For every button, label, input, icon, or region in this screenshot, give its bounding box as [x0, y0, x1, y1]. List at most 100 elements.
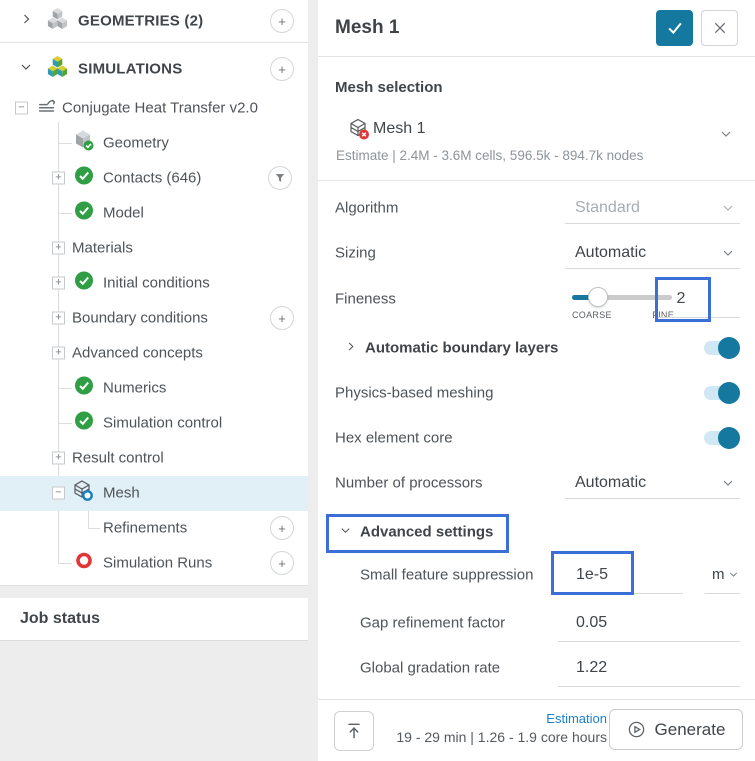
add-geometry-button[interactable]: +	[270, 9, 294, 33]
small-feature-label: Small feature suppression	[360, 567, 533, 584]
expand-icon[interactable]: +	[52, 172, 65, 185]
tree-item-label: Initial conditions	[103, 275, 210, 292]
estimation-link[interactable]: Estimation	[377, 711, 607, 726]
run-status-icon	[75, 552, 93, 575]
expand-icon[interactable]: +	[52, 277, 65, 290]
job-status-bar[interactable]: Job status	[0, 598, 308, 641]
tree-item-label: Boundary conditions	[72, 310, 208, 327]
tree-item-simulation-runs[interactable]: Simulation Runs +	[0, 546, 308, 580]
fineness-input-underline	[658, 317, 740, 318]
tree-item-geometry[interactable]: Geometry	[0, 126, 308, 160]
simulations-cubes-icon	[46, 55, 69, 83]
expand-icon[interactable]: +	[52, 347, 65, 360]
geometries-label: GEOMETRIES (2)	[78, 13, 203, 30]
add-refinement-button[interactable]: +	[270, 516, 294, 540]
processors-value: Automatic	[575, 474, 720, 492]
chevron-down-icon	[720, 200, 736, 216]
mesh-error-icon	[348, 118, 370, 145]
boundary-layers-row[interactable]: Automatic boundary layers	[318, 326, 755, 370]
tree-item-contacts[interactable]: + Contacts (646)	[0, 161, 308, 195]
tree-item-model[interactable]: Model	[0, 196, 308, 230]
chevron-down-icon[interactable]	[340, 523, 351, 541]
tree-item-advanced-concepts[interactable]: + Advanced concepts	[0, 336, 308, 370]
tree-item-label: Refinements	[103, 520, 187, 537]
filter-button[interactable]	[268, 166, 292, 190]
close-icon	[712, 20, 728, 36]
sizing-value: Automatic	[575, 244, 720, 262]
hex-core-label: Hex element core	[335, 430, 453, 447]
advanced-settings-row[interactable]: Advanced settings	[318, 512, 755, 552]
gap-refinement-row: Gap refinement factor	[318, 601, 755, 645]
boundary-layers-label: Automatic boundary layers	[365, 340, 558, 357]
upload-button[interactable]	[334, 711, 374, 751]
mesh-selection-heading: Mesh selection	[335, 79, 443, 96]
chevron-down-icon[interactable]	[20, 60, 32, 78]
sizing-select[interactable]: Automatic	[565, 237, 740, 269]
boundary-layers-toggle[interactable]	[704, 337, 740, 359]
chevron-right-icon[interactable]	[345, 339, 356, 357]
expand-icon[interactable]: +	[52, 452, 65, 465]
tree-item-conjugate-heat-transfer[interactable]: − Conjugate Heat Transfer v2.0	[0, 91, 308, 125]
simulations-header[interactable]: SIMULATIONS +	[0, 52, 308, 86]
gradation-input[interactable]	[558, 649, 740, 687]
close-button[interactable]	[701, 10, 738, 46]
processors-label: Number of processors	[335, 475, 483, 492]
panel-header: Mesh 1	[318, 0, 755, 57]
gradation-label: Global gradation rate	[360, 660, 500, 677]
slider-handle[interactable]	[588, 287, 608, 307]
add-boundary-condition-button[interactable]: +	[270, 306, 294, 330]
small-feature-row: Small feature suppression m	[318, 553, 755, 597]
geometries-header[interactable]: GEOMETRIES (2) +	[0, 0, 308, 43]
hex-core-row: Hex element core	[318, 416, 755, 460]
collapse-icon[interactable]: −	[52, 487, 65, 500]
chevron-down-icon	[720, 475, 736, 491]
fineness-value-input[interactable]	[656, 280, 706, 318]
tree-item-initial-conditions[interactable]: + Initial conditions	[0, 266, 308, 300]
physics-meshing-toggle[interactable]	[704, 382, 740, 404]
algorithm-select[interactable]: Standard	[565, 192, 740, 224]
simulations-label: SIMULATIONS	[78, 61, 182, 78]
check-status-icon	[75, 412, 93, 435]
hex-core-toggle[interactable]	[704, 427, 740, 449]
tree-item-label: Advanced concepts	[72, 345, 203, 362]
tree-item-simulation-control[interactable]: Simulation control	[0, 406, 308, 440]
tree-item-materials[interactable]: + Materials	[0, 231, 308, 265]
expand-icon[interactable]: +	[52, 242, 65, 255]
check-status-icon	[75, 202, 93, 225]
apply-button[interactable]	[656, 10, 693, 46]
physics-meshing-row: Physics-based meshing	[318, 371, 755, 415]
processors-select[interactable]: Automatic	[565, 467, 740, 499]
advanced-settings-label: Advanced settings	[360, 524, 493, 541]
small-feature-input[interactable]	[558, 556, 683, 594]
gap-refinement-input[interactable]	[558, 604, 740, 642]
mesh-settings-panel: Mesh 1 Mesh selection Mesh 1 Estimate | …	[318, 0, 755, 761]
tree-item-label: Simulation control	[103, 415, 222, 432]
geometries-cubes-icon	[46, 7, 69, 35]
geometry-cube-icon	[72, 129, 96, 158]
gradation-row: Global gradation rate	[318, 646, 755, 690]
tree-item-numerics[interactable]: Numerics	[0, 371, 308, 405]
tree-item-mesh[interactable]: − Mesh	[0, 476, 308, 510]
unit-select[interactable]: m	[705, 556, 740, 594]
play-icon	[627, 720, 646, 739]
tree-item-label: Model	[103, 205, 144, 222]
simulation-type-icon	[36, 95, 58, 122]
algorithm-label: Algorithm	[335, 200, 398, 217]
collapse-icon[interactable]: −	[15, 102, 28, 115]
processors-row: Number of processors Automatic	[318, 461, 755, 505]
generate-button[interactable]: Generate	[609, 709, 743, 750]
upload-icon	[344, 721, 364, 741]
tree-item-label: Materials	[72, 240, 133, 257]
tree-item-result-control[interactable]: + Result control	[0, 441, 308, 475]
chevron-right-icon[interactable]	[20, 12, 32, 30]
mesh-selector[interactable]: Mesh 1 Estimate | 2.4M - 3.6M cells, 596…	[318, 112, 755, 172]
tree-item-label: Contacts (646)	[103, 170, 201, 187]
tree-item-label: Numerics	[103, 380, 166, 397]
tree-item-label: Result control	[72, 450, 164, 467]
tree-item-refinements[interactable]: Refinements +	[0, 511, 308, 545]
expand-icon[interactable]: +	[52, 312, 65, 325]
tree-item-boundary-conditions[interactable]: + Boundary conditions +	[0, 301, 308, 335]
add-simulation-run-button[interactable]: +	[270, 551, 294, 575]
selected-mesh-name: Mesh 1	[373, 120, 425, 138]
add-simulation-button[interactable]: +	[270, 57, 294, 81]
